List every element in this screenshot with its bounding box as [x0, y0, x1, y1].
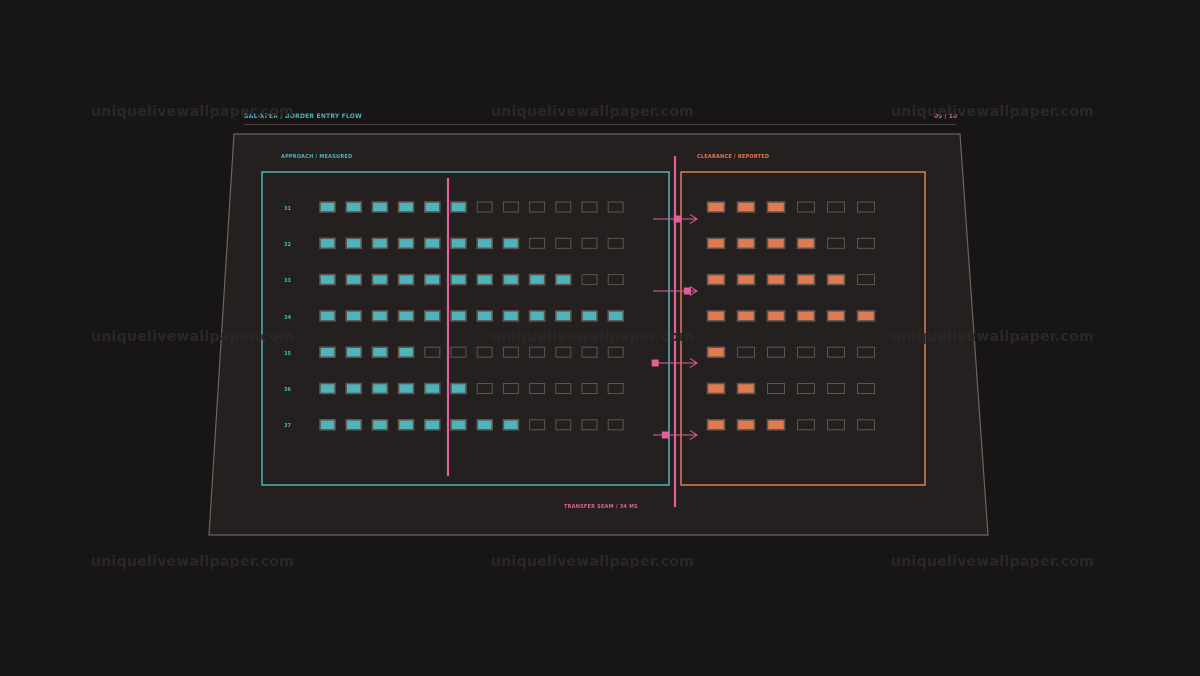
approach-slot-filled — [371, 273, 389, 286]
clearance-slot-filled — [736, 310, 756, 322]
approach-slot-filled — [319, 310, 336, 322]
approach-slot-filled — [476, 310, 494, 322]
approach-slot-filled — [423, 237, 441, 250]
approach-slot-filled — [581, 310, 598, 322]
approach-slot-filled — [450, 418, 467, 431]
approach-slot-filled — [345, 346, 363, 359]
approach-slot-filled — [502, 418, 520, 431]
transfer-marker — [673, 215, 681, 223]
approach-slot-filled — [423, 382, 441, 395]
row-label: 37 — [284, 423, 291, 429]
approach-label: APPROACH / MEASURED — [281, 154, 353, 160]
approach-slot-filled — [397, 237, 415, 250]
clearance-slot-filled — [706, 237, 726, 250]
approach-slot-filled — [397, 201, 415, 213]
clearance-slot-filled — [796, 310, 816, 322]
approach-slot-filled — [345, 310, 363, 322]
clearance-slot-filled — [706, 310, 726, 322]
approach-slot-filled — [319, 273, 336, 286]
row-label: 35 — [284, 351, 291, 357]
approach-slot-filled — [345, 382, 363, 395]
approach-slot-filled — [502, 237, 520, 250]
clearance-slot-filled — [736, 273, 756, 286]
clearance-slot-filled — [766, 310, 786, 322]
approach-slot-filled — [450, 273, 467, 286]
approach-slot-filled — [345, 273, 363, 286]
board-panel — [208, 133, 989, 536]
approach-slot-filled — [319, 346, 336, 359]
approach-slot-filled — [345, 201, 363, 213]
approach-slot-filled — [554, 273, 572, 286]
clearance-slot-filled — [736, 418, 756, 431]
transfer-seam-label: TRANSFER SEAM / 34 MS — [564, 504, 638, 510]
approach-slot-filled — [607, 310, 625, 322]
approach-slot-filled — [450, 201, 467, 213]
approach-slot-filled — [397, 310, 415, 322]
clearance-slot-filled — [826, 273, 846, 286]
row-label: 36 — [284, 387, 291, 393]
approach-slot-filled — [554, 310, 572, 322]
approach-slot-filled — [319, 418, 336, 431]
row-label: 34 — [284, 315, 291, 321]
approach-slot-filled — [423, 418, 441, 431]
approach-slot-filled — [397, 346, 415, 359]
header-divider — [244, 124, 956, 125]
transfer-marker — [651, 359, 659, 367]
clearance-slot-filled — [766, 273, 786, 286]
approach-slot-filled — [476, 273, 494, 286]
approach-slot-filled — [528, 273, 546, 286]
header-title: BAL-XFER / BORDER ENTRY FLOW — [244, 113, 362, 120]
approach-slot-filled — [423, 273, 441, 286]
approach-slot-filled — [502, 310, 520, 322]
clearance-slot-filled — [706, 382, 726, 395]
approach-slot-filled — [371, 237, 389, 250]
approach-slot-filled — [476, 418, 494, 431]
row-label: 31 — [284, 206, 291, 212]
approach-slot-filled — [450, 237, 467, 250]
approach-slot-filled — [397, 382, 415, 395]
approach-slot-filled — [371, 310, 389, 322]
clearance-slot-filled — [736, 237, 756, 250]
clearance-slot-filled — [796, 237, 816, 250]
clearance-slot-filled — [856, 310, 876, 322]
approach-slot-filled — [371, 418, 389, 431]
clearance-slot-filled — [706, 418, 726, 431]
approach-slot-filled — [319, 382, 336, 395]
approach-slot-filled — [423, 310, 441, 322]
approach-slot-filled — [319, 237, 336, 250]
clearance-slot-filled — [706, 346, 726, 359]
approach-slot-filled — [371, 346, 389, 359]
approach-slot-filled — [450, 310, 467, 322]
approach-slot-filled — [502, 273, 520, 286]
clearance-label: CLEARANCE / REPORTED — [697, 154, 770, 160]
approach-slot-filled — [319, 201, 336, 213]
approach-slot-filled — [345, 418, 363, 431]
transfer-marker — [661, 431, 669, 439]
clearance-slot-filled — [766, 237, 786, 250]
clearance-slot-filled — [796, 273, 816, 286]
row-label: 32 — [284, 242, 291, 248]
approach-slot-filled — [528, 310, 546, 322]
clearance-slot-filled — [766, 418, 786, 431]
approach-slot-filled — [423, 201, 441, 213]
approach-slot-filled — [397, 273, 415, 286]
approach-slot-filled — [450, 382, 467, 395]
clearance-slot-filled — [766, 201, 786, 213]
clearance-slot-filled — [826, 310, 846, 322]
page-counter: 09 / 10 — [934, 113, 958, 120]
row-label: 33 — [284, 278, 291, 284]
clearance-slot-filled — [706, 201, 726, 213]
approach-slot-filled — [371, 201, 389, 213]
approach-slot-filled — [371, 382, 389, 395]
board-canvas — [208, 133, 989, 536]
transfer-marker — [683, 287, 691, 295]
approach-slot-filled — [345, 237, 363, 250]
clearance-slot-filled — [736, 382, 756, 395]
approach-slot-filled — [476, 237, 494, 250]
clearance-slot-filled — [736, 201, 756, 213]
clearance-slot-filled — [706, 273, 726, 286]
approach-slot-filled — [397, 418, 415, 431]
